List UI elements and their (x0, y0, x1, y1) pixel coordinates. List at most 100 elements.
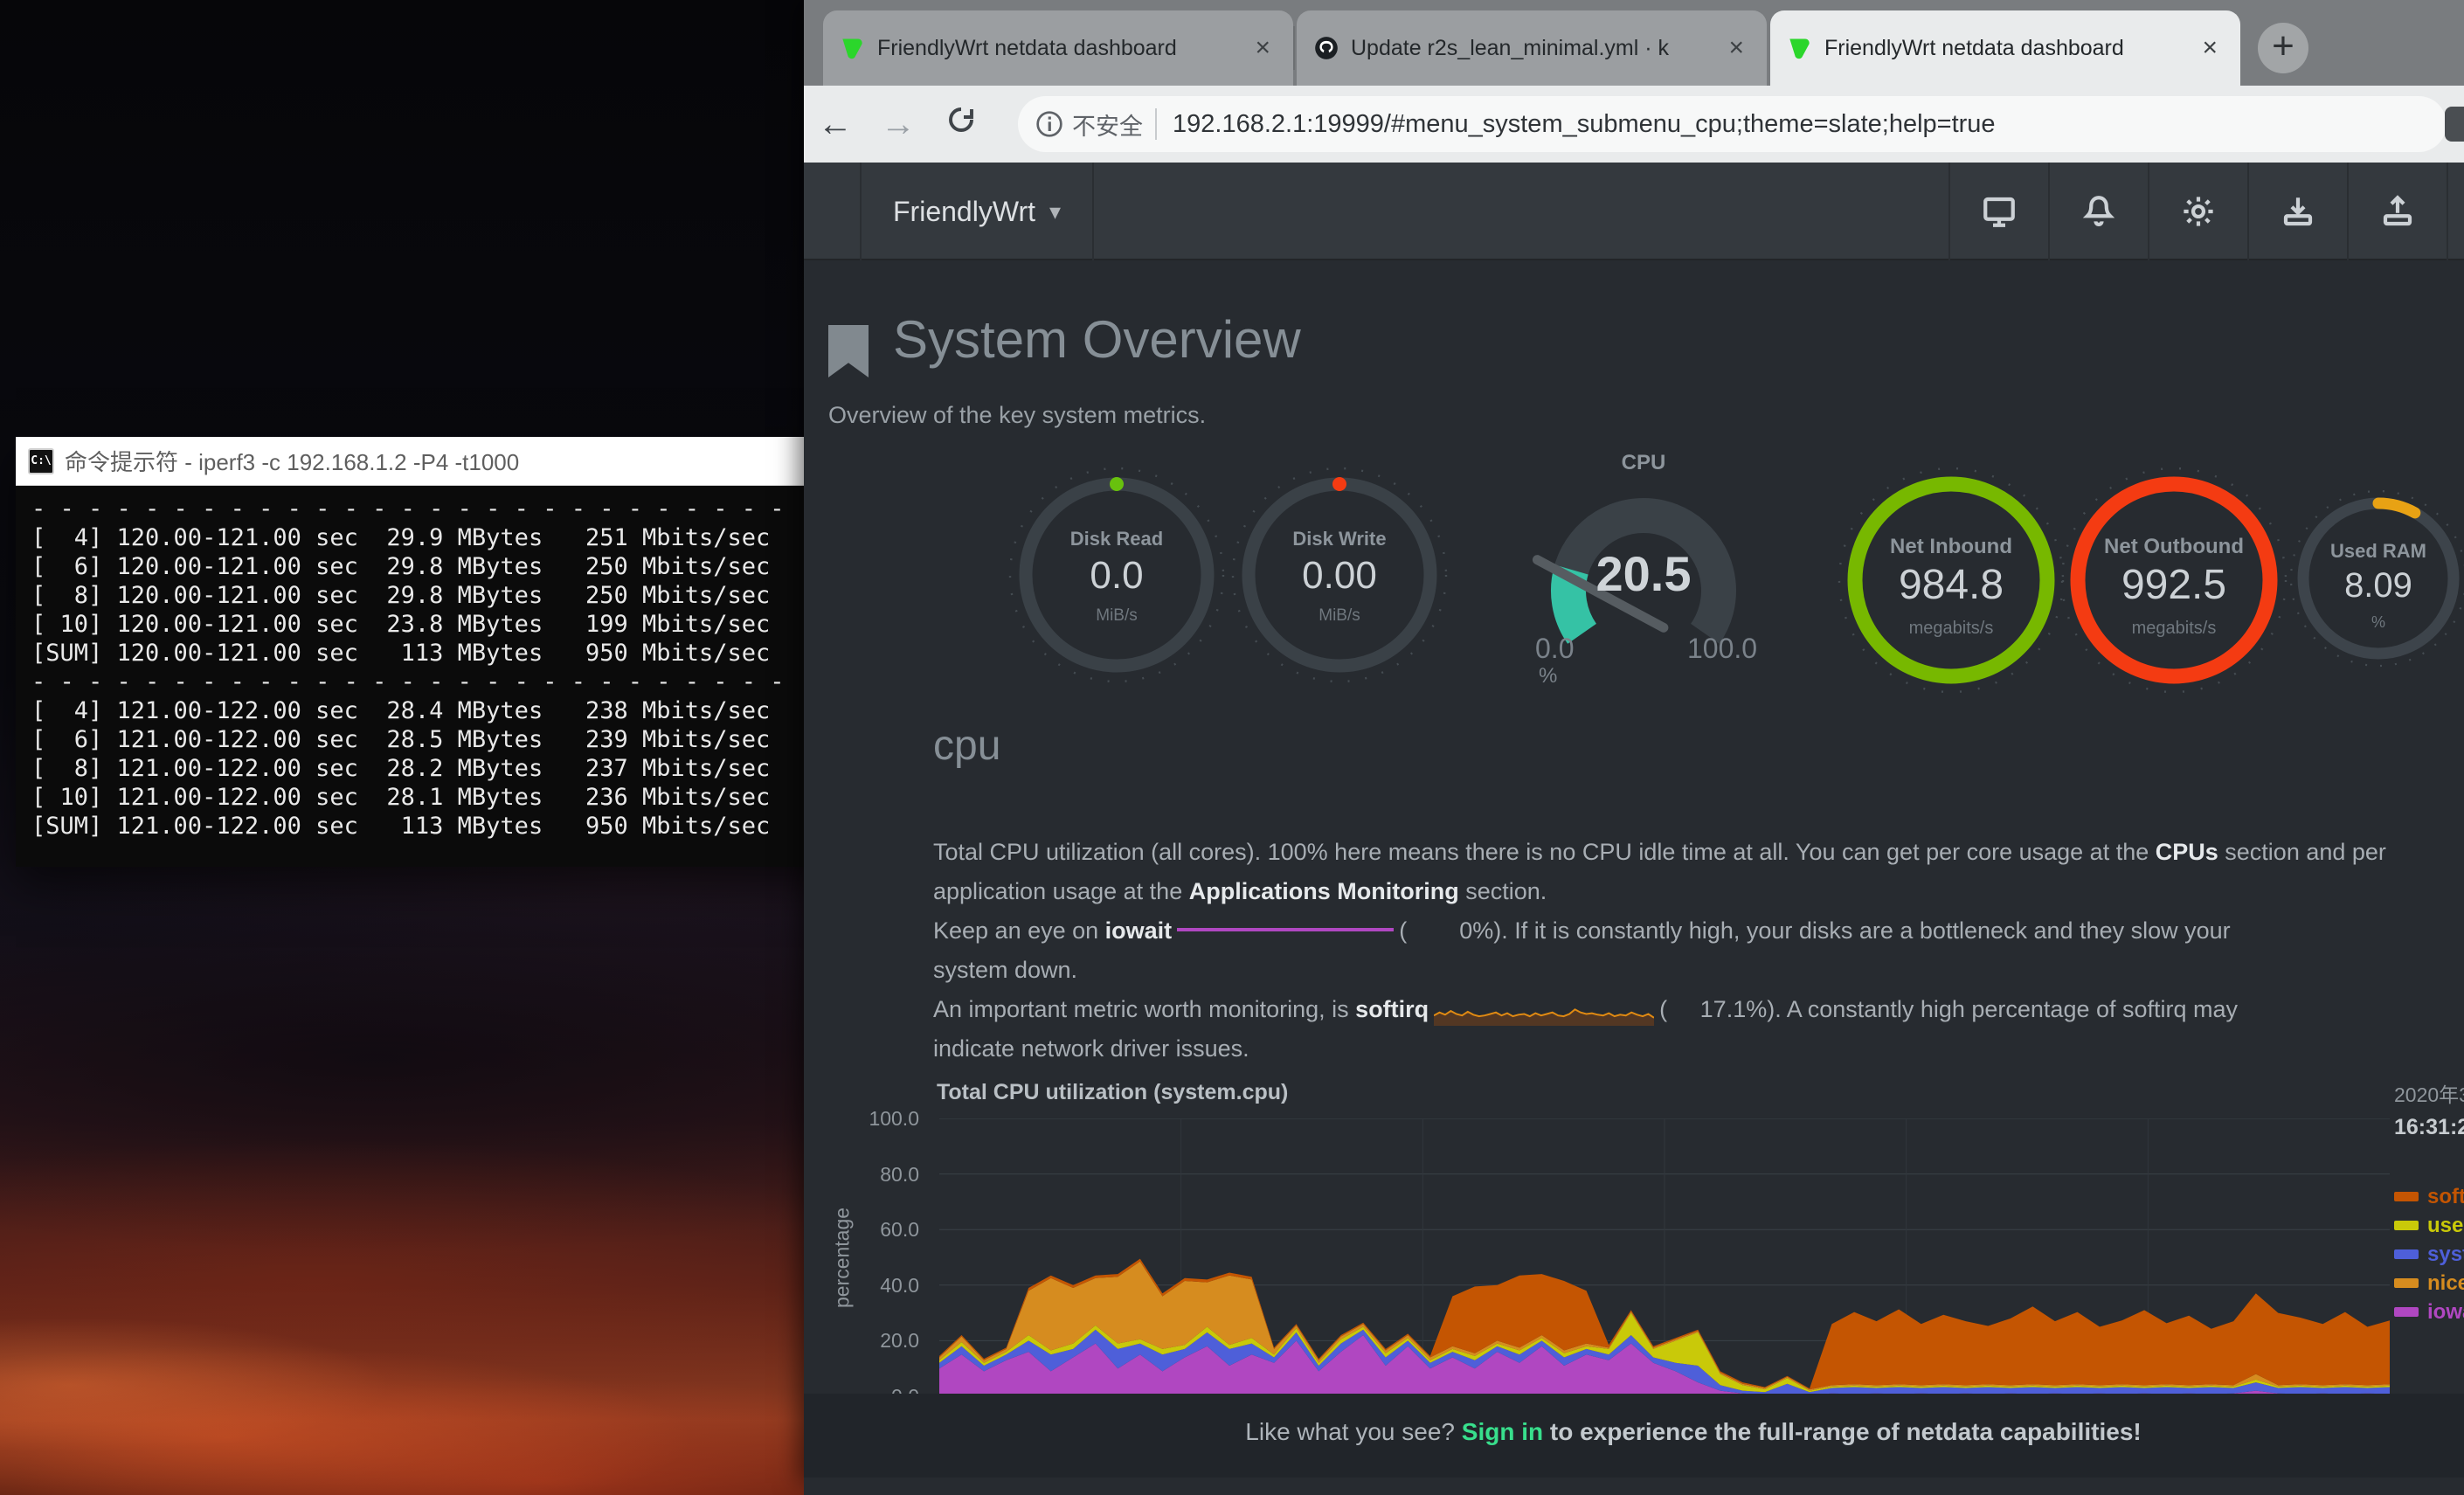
section-heading-cpu: cpu (933, 722, 1000, 770)
bell-icon (2080, 193, 2117, 230)
legend-item-system[interactable]: system (2394, 1240, 2464, 1269)
legend-item-softirq[interactable]: softirq (2394, 1182, 2464, 1211)
gauge-used-ram[interactable]: Used RAM 8.09 % (2286, 486, 2464, 671)
cpus-link[interactable]: CPUs (2156, 839, 2218, 865)
omnibox-right-icon[interactable] (2445, 107, 2464, 142)
gauge-units: % (2286, 613, 2464, 632)
sign-in-link[interactable]: Sign in (1462, 1418, 1543, 1445)
gauge-value: 0.00 (1228, 554, 1451, 598)
address-url[interactable]: 192.168.2.1:19999/#menu_system_submenu_c… (1173, 110, 1996, 139)
page-subtitle: Overview of the key system metrics. (828, 402, 1206, 429)
tab-github[interactable]: Update r2s_lean_minimal.yml · k × (1297, 10, 1767, 86)
new-tab-button[interactable]: + (2258, 23, 2308, 73)
display-button[interactable] (1948, 163, 2048, 260)
gauge-title: Net Outbound (2057, 535, 2291, 559)
netdata-logo-icon (1788, 36, 1812, 60)
export-button[interactable] (2347, 163, 2447, 260)
signin-banner: Like what you see? Sign in to experience… (804, 1394, 2464, 1478)
tab-title: FriendlyWrt netdata dashboard (1824, 36, 2184, 61)
chart-date-label: 2020年3 (2394, 1078, 2464, 1108)
tab-close-icon[interactable]: × (1723, 33, 1749, 63)
alarms-button[interactable] (2048, 163, 2148, 260)
gauge-title: Disk Read (1005, 528, 1229, 550)
forward-icon[interactable]: → (867, 105, 930, 144)
tab-title: Update r2s_lean_minimal.yml · k (1351, 36, 1711, 61)
tab-friendlywrt-1[interactable]: FriendlyWrt netdata dashboard × (823, 10, 1293, 86)
gauge-units: MiB/s (1005, 606, 1229, 626)
import-icon (2280, 193, 2316, 230)
gauge-net-outbound[interactable]: Net Outbound 992.5 megabits/s (2057, 463, 2291, 697)
terminal-window: C:\ 命令提示符 - iperf3 -c 192.168.1.2 -P4 -t… (16, 437, 848, 867)
github-logo-icon (1314, 36, 1339, 60)
host-dropdown[interactable]: FriendlyWrt ▾ (860, 163, 1094, 260)
ytick-label: 40.0 (880, 1274, 919, 1298)
terminal-titlebar[interactable]: C:\ 命令提示符 - iperf3 -c 192.168.1.2 -P4 -t… (16, 437, 848, 486)
iowait-sparkline (1177, 928, 1394, 931)
gauge-net-inbound[interactable]: Net Inbound 984.8 megabits/s (1834, 463, 2068, 697)
text: Total CPU utilization (all cores). 100% … (933, 839, 2156, 865)
tab-friendlywrt-2-active[interactable]: FriendlyWrt netdata dashboard × (1770, 10, 2240, 86)
cpu-paragraph-line: An important metric worth monitoring, is… (933, 996, 2464, 1026)
legend-swatch (2394, 1278, 2419, 1288)
info-icon[interactable] (1035, 110, 1063, 138)
legend-label: softirq (2427, 1185, 2464, 1209)
gauge-units: megabits/s (2057, 619, 2291, 639)
chart-legend: 2020年3 16:31:2 softirqusersystemniceiowa… (2394, 1078, 2464, 1326)
help-button[interactable] (2447, 163, 2464, 260)
host-name: FriendlyWrt (893, 196, 1035, 228)
text: section and per (2218, 839, 2386, 865)
text: application usage at the (933, 878, 1189, 904)
legend-label: iowait (2427, 1300, 2464, 1325)
gauge-title: Net Inbound (1834, 535, 2068, 559)
terminal-title: 命令提示符 - iperf3 -c 192.168.1.2 -P4 -t1000 (65, 445, 519, 477)
address-bar[interactable]: 不安全 192.168.2.1:19999/#menu_system_subme… (1018, 96, 2447, 152)
legend-swatch (2394, 1249, 2419, 1259)
tab-close-icon[interactable]: × (2197, 33, 2223, 63)
chart-time-label: 16:31:2 (2394, 1115, 2464, 1140)
display-icon (1981, 193, 2018, 230)
netdata-content: System Overview Overview of the key syst… (804, 260, 2464, 1495)
gauge-cpu[interactable]: 20.5 0.0 100.0 % (1512, 477, 1775, 687)
disk-write-dot (1332, 477, 1346, 491)
tab-separator (1293, 26, 1295, 70)
cpu-paragraph-line: indicate network driver issues. (933, 1035, 2464, 1062)
cpu-utilization-chart[interactable] (939, 1118, 2390, 1396)
text: to experience the full-range of netdata … (1543, 1418, 2142, 1445)
gauge-value: 0.0 (1005, 554, 1229, 598)
iowait-label: iowait (1105, 917, 1173, 944)
settings-button[interactable] (2148, 163, 2247, 260)
legend-swatch (2394, 1192, 2419, 1201)
tab-close-icon[interactable]: × (1249, 33, 1276, 63)
text: section. (1459, 878, 1547, 904)
site-security-label[interactable]: 不安全 (1072, 107, 1143, 142)
signin-banner-text: Like what you see? Sign in to experience… (1245, 1418, 2141, 1446)
ytick-label: 80.0 (880, 1163, 919, 1187)
gauge-disk-write[interactable]: Disk Write 0.00 MiB/s (1228, 463, 1451, 687)
chevron-down-icon: ▾ (1049, 198, 1061, 225)
cpu-paragraph-line: Keep an eye on iowait( 0%). If it is con… (933, 917, 2464, 945)
chart-legend-items: softirqusersystemniceiowait (2394, 1182, 2464, 1326)
softirq-label: softirq (1355, 996, 1429, 1022)
bookmark-icon (828, 325, 869, 377)
gauge-disk-read[interactable]: Disk Read 0.0 MiB/s (1005, 463, 1229, 687)
gauge-value: 20.5 (1512, 545, 1775, 602)
back-icon[interactable]: ← (804, 105, 867, 144)
legend-item-nice[interactable]: nice (2394, 1269, 2464, 1298)
gauge-max: 100.0 (1687, 633, 1757, 665)
cmd-icon: C:\ (28, 448, 54, 474)
export-icon (2379, 193, 2416, 230)
gauge-units: % (1539, 664, 1557, 689)
cpu-paragraph-line: system down. (933, 957, 2464, 984)
applications-monitoring-link[interactable]: Applications Monitoring (1189, 878, 1459, 904)
softirq-sparkline (1434, 996, 1654, 1026)
chart-yticks: 100.080.060.040.020.00.0 (804, 1118, 924, 1407)
reload-icon[interactable] (930, 104, 993, 144)
import-button[interactable] (2247, 163, 2347, 260)
ytick-label: 60.0 (880, 1218, 919, 1242)
legend-item-user[interactable]: user (2394, 1211, 2464, 1240)
gauge-value: 8.09 (2286, 566, 2464, 606)
legend-item-iowait[interactable]: iowait (2394, 1298, 2464, 1326)
gauge-value: 992.5 (2057, 561, 2291, 609)
text: ). A constantly high percentage of softi… (1767, 996, 2238, 1022)
gauge-units: MiB/s (1228, 606, 1451, 626)
